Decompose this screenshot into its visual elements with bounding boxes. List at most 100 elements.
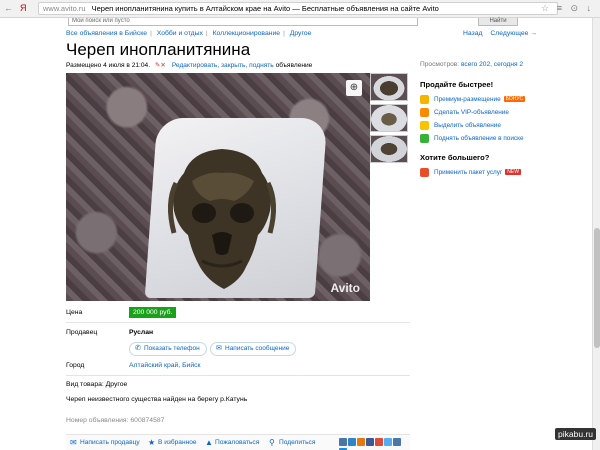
breadcrumb-all-ads[interactable]: Все объявления в Бийске [66,30,147,37]
url-domain: www.avito.ru [43,4,86,13]
vip-label: Сделать VIP-объявление [434,109,509,116]
back-link[interactable]: Назад [463,30,482,37]
site-search-strip: Мой поиск или пусто Найти [0,18,600,27]
avito-watermark: Avito [330,281,360,295]
page-tab-title: Череп инопланитянина купить в Алтайском … [91,4,439,13]
price-label: Цена [66,309,83,316]
write-seller-link[interactable]: ✉ Написать продавцу [70,438,140,447]
highlight-link[interactable]: Выделить объявление [420,121,530,134]
vip-icon [420,108,429,117]
premium-icon [420,95,429,104]
envelope-icon: ✉ [70,438,77,447]
googleplus-icon[interactable] [375,438,383,446]
service-pack-link[interactable]: Применить пакет услуг NEW [420,168,530,181]
item-description: Череп неизвестного существа найден на бе… [66,396,248,403]
social-share-icons [339,438,410,450]
vip-link[interactable]: Сделать VIP-объявление [420,108,530,121]
divider [66,322,410,323]
favorite-label: В избранное [158,439,197,446]
show-phone-button[interactable]: ✆ Показать телефон [129,342,207,356]
complain-link[interactable]: ▲ Пожаловаться [205,438,260,447]
complain-label: Пожаловаться [215,439,260,446]
write-message-label: Написать сообщение [225,345,290,352]
seller-name: Руслан [129,329,154,336]
city-label: Город [66,362,85,369]
main-photo[interactable]: ⊕ Avito [66,73,370,301]
views-counter: Просмотров: всего 202, сегодня 2 [420,61,523,68]
promo-sidebar: Продайте быстрее! Премиум-размещение БОНУ… [420,80,530,181]
premium-label: Премиум-размещение [434,96,501,104]
sell-faster-title: Продайте быстрее! [420,80,494,89]
magnifier-plus-icon[interactable]: ⊕ [346,80,362,96]
odnoklassniki-icon[interactable] [357,438,365,446]
share-link[interactable]: ⚲ Поделиться [269,438,316,447]
browser-toolbar: ← Я www.avito.ru Череп инопланитянина ку… [0,0,600,18]
share-icon: ⚲ [269,438,275,447]
bookmark-star-icon[interactable]: ☆ [541,3,549,14]
edit-pencil-icon: ✎✕ [154,62,166,69]
scroll-thumb[interactable] [594,228,600,348]
service-pack-label: Применить пакет услуг [434,169,503,177]
ad-number: Номер объявления: 600874587 [66,417,165,424]
breadcrumb-other[interactable]: Другое [290,30,312,37]
message-icon: ✉ [216,345,222,352]
facebook-icon[interactable] [366,438,374,446]
highlight-icon [420,121,429,130]
breadcrumb-separator: | [205,30,208,37]
moimir-icon[interactable] [348,438,356,446]
photo-thumbnail[interactable] [370,104,408,132]
bonus-badge: БОНУС [503,96,526,102]
raise-link[interactable]: Поднять объявление в поиске [420,134,530,147]
favorite-link[interactable]: ★ В избранное [148,438,197,447]
seller-label: Продавец [66,329,98,336]
action-bar: ✉ Написать продавцу ★ В избранное ▲ Пожалов… [66,434,410,450]
city-link[interactable]: Алтайский край, Бийск [129,362,201,369]
search-button[interactable]: Найти [478,18,518,26]
pagination-links: Назад Следующее → [463,30,543,37]
star-icon: ★ [148,438,156,447]
photo-thumbnail[interactable] [370,135,408,163]
share-label: Поделиться [279,439,316,446]
vk-icon[interactable] [339,438,347,446]
breadcrumb-separator: | [150,30,152,37]
pikabu-watermark: pikabu.ru [555,428,596,440]
premium-placement-link[interactable]: Премиум-размещение БОНУС [420,95,530,108]
twitter-icon[interactable] [384,438,392,446]
highlight-label: Выделить объявление [434,122,501,129]
warning-icon: ▲ [205,438,213,447]
new-badge: NEW [505,169,521,175]
views-label: Просмотров: [420,61,460,68]
phone-icon: ✆ [135,345,141,352]
write-seller-label: Написать продавцу [80,439,140,446]
page-title: Череп инопланитянина [66,40,251,59]
item-kind: Вид товара: Другое [66,381,128,388]
want-more-title: Хотите большего? [420,153,490,162]
photo-thumbnail[interactable] [370,73,408,101]
next-link[interactable]: Следующее → [490,30,537,37]
meta-suffix: объявление [275,62,313,69]
edit-links[interactable]: Редактировать, закрыть, поднять [172,62,274,69]
ad-meta: Размещено 4 июля в 21:04. ✎✕ Редактирова… [66,61,312,69]
browser-menu-icons[interactable]: ≡ ⊙ ↓ [557,3,594,14]
breadcrumb-hobby[interactable]: Хобби и отдых [157,30,203,37]
search-input[interactable]: Мой поиск или пусто [68,18,418,26]
divider [66,375,410,376]
views-value[interactable]: всего 202, сегодня 2 [461,61,523,68]
back-arrow-icon[interactable]: ← [4,3,13,13]
page-scrollbar[interactable] [592,18,600,450]
gift-icon [420,168,429,177]
raise-label: Поднять объявление в поиске [434,135,524,142]
breadcrumb-separator: | [283,30,285,37]
address-bar[interactable]: www.avito.ru Череп инопланитянина купить… [38,2,558,15]
price-value: 200 000 руб. [129,307,177,318]
thumbnail-strip [370,73,410,166]
livejournal-icon[interactable] [393,438,401,446]
breadcrumb-collecting[interactable]: Коллекционирование [213,30,281,37]
breadcrumb: Все объявления в Бийске | Хобби и отдых | … [66,30,311,37]
raise-arrow-icon [420,134,429,143]
show-phone-label: Показать телефон [144,345,200,352]
write-message-button[interactable]: ✉ Написать сообщение [210,342,297,356]
skull-image [168,149,276,289]
yandex-logo-icon[interactable]: Я [20,3,27,13]
posted-date: Размещено 4 июля в 21:04. [66,62,151,69]
